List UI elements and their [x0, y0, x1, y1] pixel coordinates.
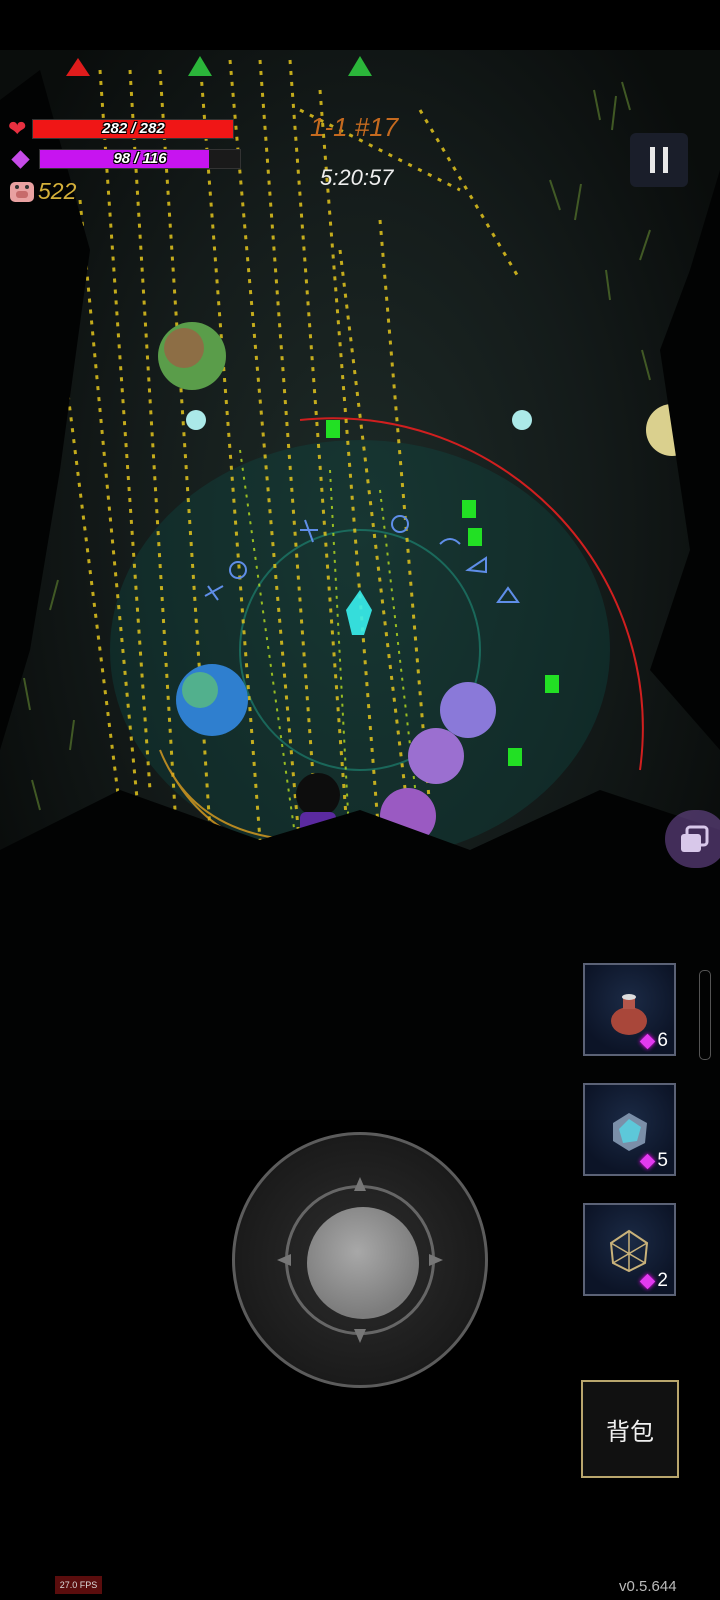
bag-button[interactable]: 背包	[581, 1380, 679, 1478]
game-scene-art	[0, 56, 720, 1120]
version-label: v0.5.644	[619, 1578, 677, 1595]
mp-text: 98 / 116	[113, 150, 167, 167]
side-panel-toggle[interactable]	[665, 810, 720, 868]
pig-icon	[8, 178, 36, 209]
hp-bar: 282 / 282	[32, 119, 235, 139]
gem-icon	[640, 1153, 656, 1169]
item-slot-3[interactable]: 2	[583, 1203, 676, 1296]
item-scrollbar[interactable]	[699, 970, 711, 1060]
item-count: 5	[657, 1150, 668, 1171]
mp-bar: 98 / 116	[39, 149, 241, 169]
joystick-knob[interactable]	[307, 1207, 419, 1319]
hp-text: 282 / 282	[102, 120, 165, 137]
item-count: 2	[657, 1270, 668, 1291]
game-viewport	[0, 50, 720, 1120]
game-timer: 5:20:57	[320, 165, 394, 190]
pause-button[interactable]	[630, 133, 688, 187]
mp-bar-row: 98 / 116	[8, 148, 241, 170]
gold-count: 522	[38, 178, 77, 204]
hp-bar-row: ❤ 282 / 282	[8, 116, 235, 141]
fps-counter: 27.0 FPS	[55, 1576, 102, 1594]
gem-icon	[640, 1033, 656, 1049]
heart-icon: ❤	[8, 116, 27, 141]
stage-label: 1-1 #17	[310, 112, 399, 142]
window-stack-icon	[681, 825, 709, 852]
item-count: 6	[657, 1030, 668, 1051]
mana-diamond-icon	[11, 149, 30, 169]
gem-icon	[640, 1273, 656, 1289]
pause-icon	[650, 147, 655, 173]
item-slot-1[interactable]: 6	[583, 963, 676, 1056]
virtual-joystick[interactable]	[232, 1132, 488, 1388]
item-slot-2[interactable]: 5	[583, 1083, 676, 1176]
